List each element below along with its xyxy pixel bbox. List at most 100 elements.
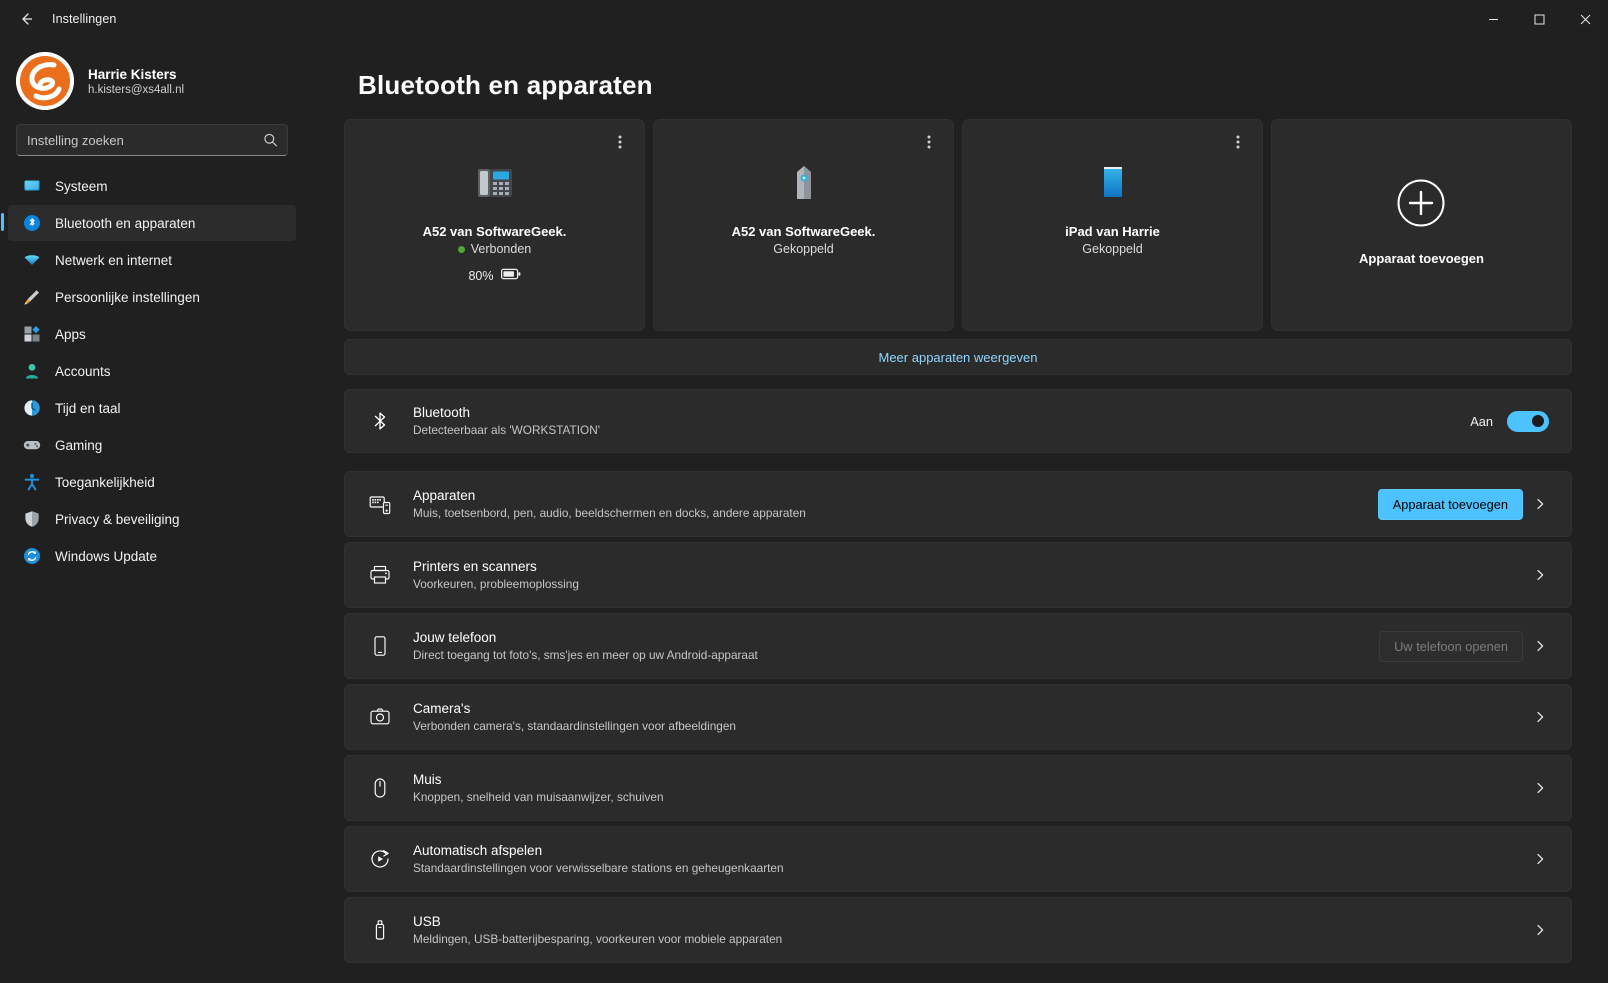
device-status-text: Gekoppeld: [1082, 242, 1143, 256]
devices-icon: [367, 493, 393, 515]
sidebar-item-persoonlijke-instellingen[interactable]: Persoonlijke instellingen: [8, 279, 296, 315]
sidebar-item-privacy-beveiliging[interactable]: Privacy & beveiliging: [8, 501, 296, 537]
row-subtitle: Muis, toetsenbord, pen, audio, beeldsche…: [413, 506, 806, 520]
sidebar: Harrie Kisters h.kisters@xs4all.nl Inste…: [0, 38, 304, 983]
sidebar-item-label: Systeem: [55, 178, 108, 194]
sidebar-item-toegankelijkheid[interactable]: Toegankelijkheid: [8, 464, 296, 500]
sidebar-item-tijd-en-taal[interactable]: Tijd en taal: [8, 390, 296, 426]
minimize-icon: [1488, 18, 1498, 20]
add-device-card[interactable]: Apparaat toevoegen: [1271, 119, 1572, 331]
close-icon: [1580, 14, 1590, 24]
settings-rows: Apparaten Muis, toetsenbord, pen, audio,…: [344, 471, 1572, 963]
row-title: Apparaten: [413, 488, 476, 503]
device-card[interactable]: A52 van SoftwareGeek. Verbonden 80%: [344, 119, 645, 331]
settings-row-muis[interactable]: Muis Knoppen, snelheid van muisaanwijzer…: [344, 755, 1572, 821]
desk-phone-icon: [472, 158, 518, 206]
arrow-left-icon: [22, 13, 32, 25]
sidebar-item-label: Persoonlijke instellingen: [55, 289, 200, 305]
close-button[interactable]: [1562, 0, 1608, 38]
chevron-right-icon[interactable]: [1523, 924, 1557, 936]
title-bar: Instellingen: [0, 0, 1608, 38]
settings-row-cameras[interactable]: Camera's Verbonden camera's, standaardin…: [344, 684, 1572, 750]
sidebar-item-windows-update[interactable]: Windows Update: [8, 538, 296, 574]
more-vertical-icon[interactable]: [1226, 130, 1250, 154]
show-more-devices-link[interactable]: Meer apparaten weergeven: [879, 350, 1038, 365]
chevron-right-icon[interactable]: [1523, 711, 1557, 723]
clock-icon: [23, 399, 41, 417]
device-cards: A52 van SoftwareGeek. Verbonden 80% A52 …: [344, 119, 1572, 331]
account-block[interactable]: Harrie Kisters h.kisters@xs4all.nl: [8, 44, 296, 120]
open-your-phone-button[interactable]: Uw telefoon openen: [1379, 630, 1523, 662]
chevron-right-icon[interactable]: [1523, 640, 1557, 652]
maximize-button[interactable]: [1516, 0, 1562, 38]
minimize-button[interactable]: [1470, 0, 1516, 38]
search-input[interactable]: [17, 125, 287, 155]
settings-row-jouw-telefoon[interactable]: Jouw telefoon Direct toegang tot foto's,…: [344, 613, 1572, 679]
bluetooth-icon: [23, 214, 41, 232]
chevron-right-icon[interactable]: [1523, 853, 1557, 865]
bluetooth-toggle[interactable]: [1507, 410, 1549, 432]
search-box[interactable]: [16, 124, 288, 156]
wifi-icon: [23, 251, 41, 269]
page-title: Bluetooth en apparaten: [358, 70, 653, 100]
chevron-right-icon[interactable]: [1523, 569, 1557, 581]
camera-icon: [367, 706, 393, 728]
sidebar-item-netwerk-en-internet[interactable]: Netwerk en internet: [8, 242, 296, 278]
sidebar-item-accounts[interactable]: Accounts: [8, 353, 296, 389]
device-status-text: Gekoppeld: [773, 242, 834, 256]
row-title: USB: [413, 914, 441, 929]
device-card[interactable]: iPad van Harrie Gekoppeld: [962, 119, 1263, 331]
device-card[interactable]: A52 van SoftwareGeek. Gekoppeld: [653, 119, 954, 331]
window-body: Harrie Kisters h.kisters@xs4all.nl Inste…: [0, 38, 1608, 983]
update-icon: [23, 547, 41, 565]
row-text: USB Meldingen, USB-batterijbesparing, vo…: [413, 914, 782, 946]
battery-icon: [500, 268, 521, 283]
settings-row-apparaten[interactable]: Apparaten Muis, toetsenbord, pen, audio,…: [344, 471, 1572, 537]
add-device-button[interactable]: Apparaat toevoegen: [1377, 488, 1523, 520]
phone-icon: [367, 635, 393, 657]
window-title: Instellingen: [52, 12, 117, 26]
row-title: Camera's: [413, 701, 471, 716]
device-status: Verbonden: [457, 242, 531, 256]
row-subtitle: Voorkeuren, probleemoplossing: [413, 577, 579, 591]
add-device-inner: Apparaat toevoegen: [1359, 178, 1484, 266]
bluetooth-subtitle: Detecteerbaar als 'WORKSTATION': [413, 423, 600, 437]
softwaregeek-logo-icon: [16, 52, 74, 110]
sidebar-item-label: Privacy & beveiliging: [55, 511, 180, 527]
paintbrush-icon: [23, 288, 41, 306]
row-text: Apparaten Muis, toetsenbord, pen, audio,…: [413, 488, 806, 520]
account-text: Harrie Kisters h.kisters@xs4all.nl: [88, 67, 184, 96]
show-more-devices-row[interactable]: Meer apparaten weergeven: [344, 339, 1572, 375]
chevron-right-icon[interactable]: [1523, 498, 1557, 510]
sidebar-item-gaming[interactable]: Gaming: [8, 427, 296, 463]
row-subtitle: Standaardinstellingen voor verwisselbare…: [413, 861, 784, 875]
apps-icon: [23, 325, 41, 343]
chevron-right-icon[interactable]: [1523, 782, 1557, 794]
row-title: Printers en scanners: [413, 559, 537, 574]
sidebar-item-label: Toegankelijkheid: [55, 474, 155, 490]
sidebar-item-systeem[interactable]: Systeem: [8, 168, 296, 204]
autoplay-icon: [367, 848, 393, 870]
device-status: Gekoppeld: [773, 242, 833, 256]
content-area: Bluetooth en apparaten A52 van SoftwareG…: [304, 38, 1608, 983]
settings-row-usb[interactable]: USB Meldingen, USB-batterijbesparing, vo…: [344, 897, 1572, 963]
device-status: Gekoppeld: [1082, 242, 1142, 256]
mouse-icon: [367, 777, 393, 799]
tablet-icon: [1090, 158, 1136, 206]
sidebar-item-bluetooth-en-apparaten[interactable]: Bluetooth en apparaten: [1, 205, 296, 241]
more-vertical-icon[interactable]: [608, 130, 632, 154]
sidebar-item-label: Apps: [55, 326, 86, 342]
more-vertical-icon[interactable]: [917, 130, 941, 154]
settings-row-printers-en-scanners[interactable]: Printers en scanners Voorkeuren, problee…: [344, 542, 1572, 608]
settings-row-automatisch-afspelen[interactable]: Automatisch afspelen Standaardinstelling…: [344, 826, 1572, 892]
settings-window: Instellingen Harrie Kisters h.kisters@xs…: [0, 0, 1608, 983]
sidebar-item-apps[interactable]: Apps: [8, 316, 296, 352]
window-controls: [1470, 0, 1608, 38]
gamepad-icon: [23, 436, 41, 454]
row-subtitle: Direct toegang tot foto's, sms'jes en me…: [413, 648, 758, 662]
bluetooth-text: Bluetooth Detecteerbaar als 'WORKSTATION…: [413, 405, 600, 437]
speaker-tower-icon: [781, 158, 827, 206]
bluetooth-toggle-wrap: Aan: [1470, 410, 1549, 432]
row-title: Jouw telefoon: [413, 630, 497, 645]
back-button[interactable]: [4, 3, 48, 35]
